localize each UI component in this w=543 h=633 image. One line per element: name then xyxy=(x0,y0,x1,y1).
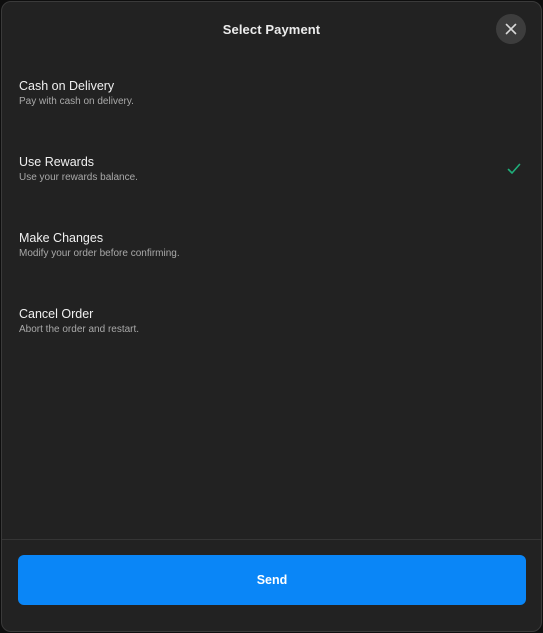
option-label: Cancel Order xyxy=(19,307,94,321)
option-use-rewards[interactable]: Use Rewards Use your rewards balance. xyxy=(2,154,541,230)
option-label: Make Changes xyxy=(19,231,104,245)
dialog-header: Select Payment xyxy=(2,2,541,58)
close-button[interactable] xyxy=(496,14,526,44)
option-cancel-order[interactable]: Cancel Order Abort the order and restart… xyxy=(2,306,541,382)
send-button[interactable]: Send xyxy=(18,555,526,605)
checkmark-icon xyxy=(507,163,521,174)
option-description: Abort the order and restart. xyxy=(19,324,140,335)
option-description: Use your rewards balance. xyxy=(19,172,138,183)
option-description: Modify your order before confirming. xyxy=(19,248,180,259)
close-icon xyxy=(505,23,517,35)
option-make-changes[interactable]: Make Changes Modify your order before co… xyxy=(2,230,541,306)
dialog-footer: Send xyxy=(2,539,541,631)
option-label: Use Rewards xyxy=(19,155,95,169)
dialog-title: Select Payment xyxy=(222,22,321,37)
option-description: Pay with cash on delivery. xyxy=(19,96,134,107)
option-cash-on-delivery[interactable]: Cash on Delivery Pay with cash on delive… xyxy=(2,78,541,154)
option-label: Cash on Delivery xyxy=(19,79,115,93)
select-payment-dialog: Select Payment Cash on Delivery Pay with… xyxy=(1,1,542,632)
payment-options-list: Cash on Delivery Pay with cash on delive… xyxy=(2,78,541,382)
